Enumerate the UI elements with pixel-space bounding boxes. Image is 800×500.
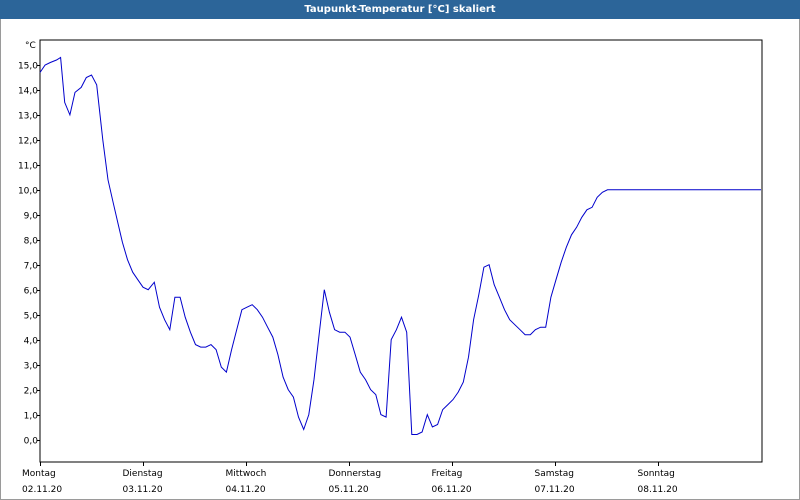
x-tick-label-date: 08.11.20 [638,485,678,495]
y-tick-label: 9,0 [24,212,39,222]
x-tick-label-date: 03.11.20 [123,485,163,495]
x-tick-label-day: Mittwoch [226,469,267,479]
x-tick-label-day: Freitag [432,469,463,479]
y-tick-label: 0,0 [24,437,39,447]
x-tick-label-day: Sonntag [638,469,675,479]
x-tick-label-date: 02.11.20 [22,485,62,495]
x-tick-label-date: 07.11.20 [535,485,575,495]
plot-area [39,39,763,463]
x-tick-label-date: 06.11.20 [432,485,472,495]
x-tick-label-day: Samstag [535,469,574,479]
y-tick-label: 4,0 [24,337,39,347]
y-tick-label: 2,0 [24,387,39,397]
y-tick-label: 8,0 [24,237,39,247]
y-tick-label: 14,0 [18,87,38,97]
y-tick-label: 3,0 [24,362,39,372]
y-tick-label: 13,0 [18,112,38,122]
y-tick-label: 7,0 [24,262,39,272]
x-tick-label-date: 05.11.20 [329,485,369,495]
y-tick-label: 10,0 [18,187,38,197]
x-tick-label-day: Donnerstag [329,469,382,479]
x-tick-label-day: Dienstag [123,469,163,479]
y-tick-label: 15,0 [18,62,38,72]
y-axis-unit-label: °C [25,41,36,51]
x-tick-label-day: Montag [22,469,56,479]
x-tick-label-date: 04.11.20 [226,485,266,495]
y-tick-label: 6,0 [24,287,39,297]
y-tick-label: 1,0 [24,412,39,422]
y-tick-label: 11,0 [18,162,38,172]
y-tick-label: 5,0 [24,312,39,322]
chart-plot: 0,0 1,0 2,0 3,0 4,0 5,0 6,0 7,0 8,0 9,0 10,0 11,0 12… [18,39,763,495]
y-tick-label: 12,0 [18,137,38,147]
